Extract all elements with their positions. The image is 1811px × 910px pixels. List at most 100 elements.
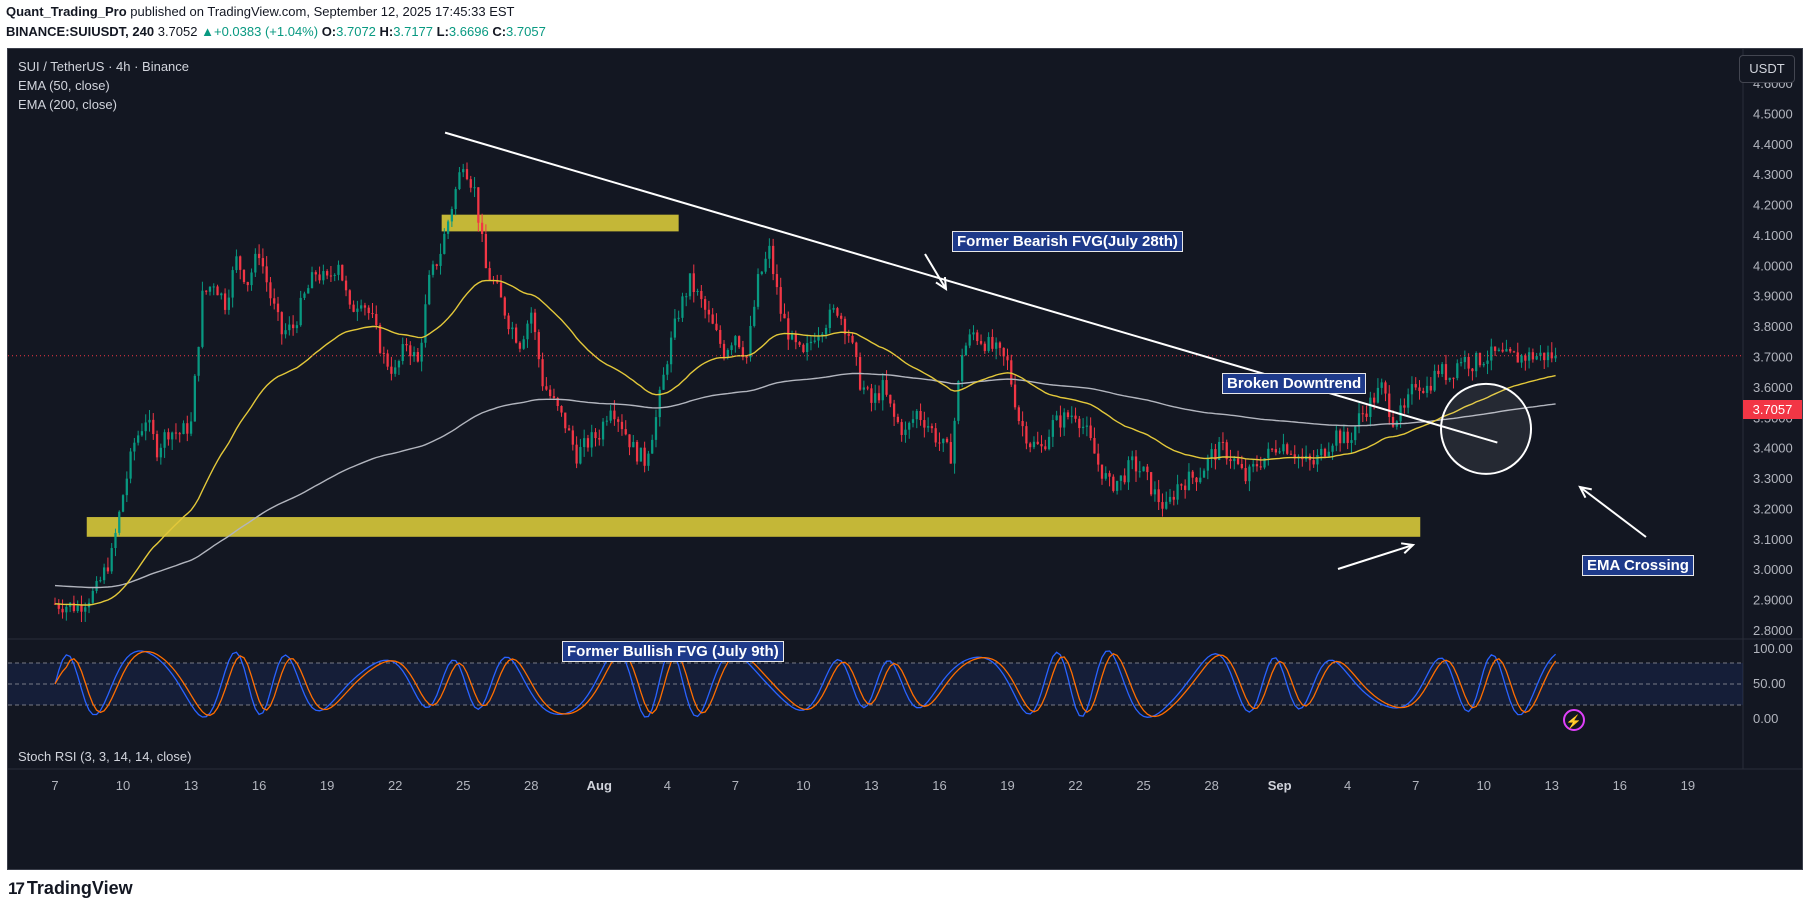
candle-body — [363, 305, 367, 308]
candle-body — [265, 266, 268, 283]
lightning-bolt-icon[interactable]: ⚡ — [1563, 709, 1585, 731]
price-tick-label: 3.6000 — [1753, 380, 1793, 395]
bearish-fvg-label[interactable]: Former Bearish FVG(July 28th) — [952, 231, 1183, 252]
candle-body — [212, 286, 215, 288]
candle-body — [227, 297, 231, 310]
candle-body — [522, 339, 525, 349]
candle-body — [235, 256, 238, 271]
candle-body — [382, 352, 385, 354]
candle-body — [1255, 464, 1259, 467]
candle-body — [76, 605, 79, 612]
ema50-legend[interactable]: EMA (50, close) — [18, 78, 110, 93]
candle-body — [1497, 349, 1501, 351]
candle-body — [208, 286, 212, 292]
candle-body — [371, 313, 374, 315]
chart-frame[interactable]: 2.8000 2.9000 3.0000 3.1000 3.2000 3.3000 3.40… — [7, 48, 1803, 870]
candle-body — [537, 332, 540, 360]
candle-body — [783, 313, 786, 319]
candle-body — [586, 438, 590, 448]
candle-body — [1233, 458, 1236, 462]
candle-body — [1350, 440, 1353, 443]
candle-body — [768, 245, 771, 259]
candle-body — [1361, 413, 1364, 415]
currency-button[interactable]: USDT — [1739, 55, 1795, 83]
candle-body — [1278, 451, 1281, 453]
candle-body — [1441, 364, 1444, 375]
candle-body — [533, 312, 537, 333]
stoch-tick-label: 50.00 — [1753, 676, 1786, 691]
stoch-rsi-legend[interactable]: Stoch RSI (3, 3, 14, 14, close) — [18, 749, 191, 764]
price-tick-label: 3.1000 — [1753, 532, 1793, 547]
candle-body — [514, 327, 518, 343]
candle-body — [1463, 356, 1466, 363]
author-name[interactable]: Quant_Trading_Pro — [6, 4, 127, 19]
candle-body — [465, 169, 469, 180]
candle-body — [1342, 431, 1346, 444]
candle-body — [480, 222, 484, 235]
candle-body — [753, 306, 756, 326]
candle-body — [703, 299, 707, 310]
candle-body — [1021, 421, 1024, 427]
price-tick-label: 4.3000 — [1753, 167, 1793, 182]
candle-body — [1134, 456, 1138, 472]
candle-body — [511, 327, 514, 330]
candle-body — [1093, 438, 1096, 454]
candle-body — [828, 309, 831, 328]
candle-body — [1267, 448, 1270, 459]
candle-body — [1047, 436, 1051, 450]
candle-body — [896, 416, 900, 423]
candle-body — [171, 432, 174, 440]
chart-title-legend[interactable]: SUI / TetherUS · 4h · Binance — [18, 59, 189, 74]
candle-body — [125, 478, 128, 496]
candle-body — [624, 429, 627, 435]
candle-body — [1081, 426, 1085, 429]
candle-body — [1259, 466, 1262, 468]
candle-body — [284, 330, 287, 335]
time-tick-label: Aug — [587, 778, 612, 793]
candle-body — [1161, 502, 1164, 509]
candle-body — [1131, 456, 1134, 461]
candle-body — [80, 605, 83, 612]
ema-crossing-label[interactable]: EMA Crossing — [1582, 555, 1694, 576]
candle-body — [140, 431, 144, 436]
candle-body — [322, 271, 325, 281]
candle-body — [1172, 496, 1175, 500]
price-change: +0.0383 (+1.04%) — [213, 24, 319, 39]
open-value: 3.7072 — [336, 24, 376, 39]
candle-body — [1165, 501, 1168, 509]
candle-body — [1429, 385, 1432, 391]
candle-body — [526, 323, 529, 340]
candle-body — [749, 325, 752, 358]
bullish-fvg-label[interactable]: Former Bullish FVG (July 9th) — [562, 641, 784, 662]
candle-body — [874, 393, 877, 403]
candle-body — [1089, 425, 1092, 439]
candle-body — [1338, 430, 1342, 444]
candle-body — [280, 312, 283, 335]
candle-body — [700, 290, 703, 300]
price-tick-label: 3.7000 — [1753, 350, 1793, 365]
candle-body — [1501, 349, 1504, 352]
candle-body — [651, 439, 654, 454]
low-value: 3.6696 — [448, 24, 489, 39]
chart-canvas[interactable]: 2.8000 2.9000 3.0000 3.1000 3.2000 3.3000 3.40… — [8, 49, 1803, 870]
high-value: 3.7177 — [393, 24, 434, 39]
price-tick-label: 3.9000 — [1753, 289, 1793, 304]
candle-body — [1210, 449, 1213, 458]
candle-body — [254, 253, 257, 273]
candle-body — [118, 511, 121, 533]
candle-body — [337, 264, 340, 275]
candle-body — [65, 606, 68, 613]
candle-body — [341, 264, 344, 281]
broken-downtrend-label[interactable]: Broken Downtrend — [1222, 373, 1367, 394]
candle-body — [1100, 464, 1104, 479]
time-tick-label: 13 — [184, 778, 198, 793]
candle-body — [919, 410, 922, 421]
candle-body — [367, 307, 370, 314]
candle-body — [1187, 471, 1191, 490]
ema200-legend[interactable]: EMA (200, close) — [18, 97, 117, 112]
candle-body — [1448, 377, 1451, 381]
tradingview-logo[interactable]: 17 TradingView — [8, 878, 133, 899]
candle-body — [1051, 420, 1054, 437]
candle-body — [840, 315, 843, 319]
candle-body — [1153, 489, 1157, 495]
